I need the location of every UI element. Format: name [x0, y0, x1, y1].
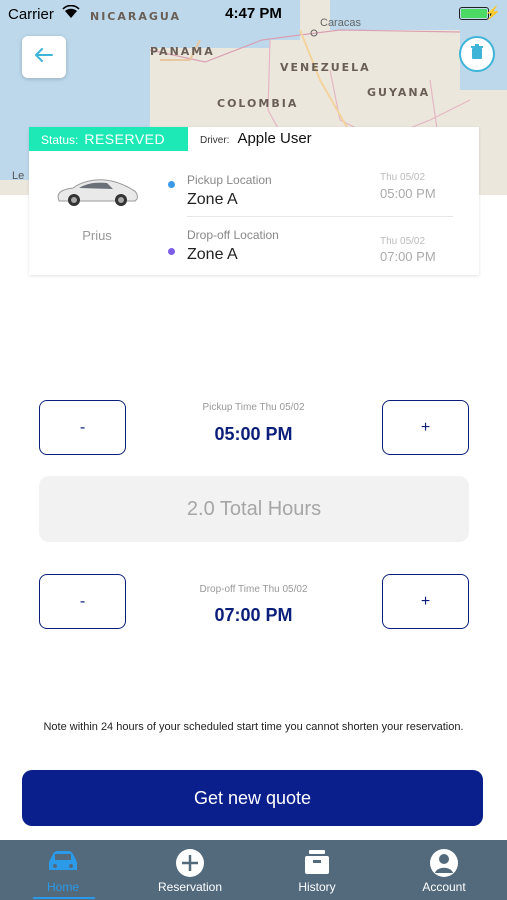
cancellation-note: Note within 24 hours of your scheduled s…	[43, 721, 464, 733]
back-button[interactable]	[22, 36, 66, 78]
tab-home-label: Home	[46, 880, 79, 894]
tab-bar: Home Reservation History Account	[0, 840, 507, 900]
driver-label: Driver:	[200, 135, 230, 146]
dropoff-time-decrease-button[interactable]: -	[39, 574, 126, 629]
status-value: RESERVED	[84, 131, 166, 147]
map-label-colombia: COLOMBIA	[217, 97, 299, 110]
total-hours: 2.0 Total Hours	[39, 476, 469, 542]
driver-info: Driver: Apple User	[188, 127, 312, 151]
map-legal-link[interactable]: Le	[12, 170, 24, 182]
dropoff-time-value: 07:00 PM	[214, 605, 293, 625]
pickup-location-value: Zone A	[187, 191, 238, 208]
tab-history[interactable]: History	[254, 840, 380, 900]
tab-account[interactable]: Account	[381, 840, 507, 900]
car-icon	[46, 848, 80, 878]
car-model: Prius	[82, 228, 112, 243]
get-new-quote-button[interactable]: Get new quote	[22, 770, 483, 826]
pickup-time-decrease-button[interactable]: -	[39, 400, 126, 455]
car-image	[57, 179, 138, 206]
arrow-left-icon	[35, 47, 53, 67]
user-icon	[429, 848, 459, 878]
tab-reservation[interactable]: Reservation	[127, 840, 253, 900]
status-bar: Carrier 4:47 PM ⚡	[0, 0, 507, 28]
dropoff-dot	[168, 248, 175, 255]
dropoff-time: 07:00 PM	[380, 249, 436, 264]
history-box-icon	[302, 848, 332, 878]
pickup-time: 05:00 PM	[380, 186, 436, 201]
dropoff-date: Thu 05/02	[380, 236, 426, 247]
map-label-guyana: GUYANA	[367, 86, 431, 99]
pickup-dot	[168, 181, 175, 188]
clock: 4:47 PM	[225, 5, 282, 22]
delete-reservation-button[interactable]	[459, 36, 495, 72]
tab-reservation-label: Reservation	[157, 880, 223, 894]
reservation-card: Status: RESERVED Driver: Apple User Prius …	[29, 127, 479, 275]
tab-account-label: Account	[422, 880, 466, 894]
divider	[187, 216, 453, 217]
tab-history-label: History	[298, 880, 336, 894]
pickup-date: Thu 05/02	[380, 172, 426, 183]
pickup-time-value: 05:00 PM	[214, 424, 293, 444]
charging-icon: ⚡	[484, 5, 501, 20]
dropoff-location-value: Zone A	[187, 246, 238, 263]
tab-home[interactable]: Home	[0, 840, 126, 900]
driver-name: Apple User	[237, 130, 312, 147]
map-label-venezuela: VENEZUELA	[280, 61, 371, 74]
trash-icon	[471, 43, 483, 65]
status-label: Status:	[41, 133, 79, 147]
pickup-time-caption: Pickup Time Thu 05/02	[202, 402, 305, 413]
plus-circle-icon	[175, 848, 205, 878]
pickup-location-label: Pickup Location	[187, 173, 272, 187]
dropoff-time-increase-button[interactable]: +	[382, 574, 469, 629]
map-label-panama: PANAMA	[150, 45, 215, 58]
active-tab-indicator	[33, 897, 95, 899]
pickup-time-increase-button[interactable]: +	[382, 400, 469, 455]
dropoff-location-label: Drop-off Location	[187, 228, 279, 242]
status-badge: Status: RESERVED	[29, 127, 188, 151]
dropoff-time-caption: Drop-off Time Thu 05/02	[199, 584, 308, 595]
